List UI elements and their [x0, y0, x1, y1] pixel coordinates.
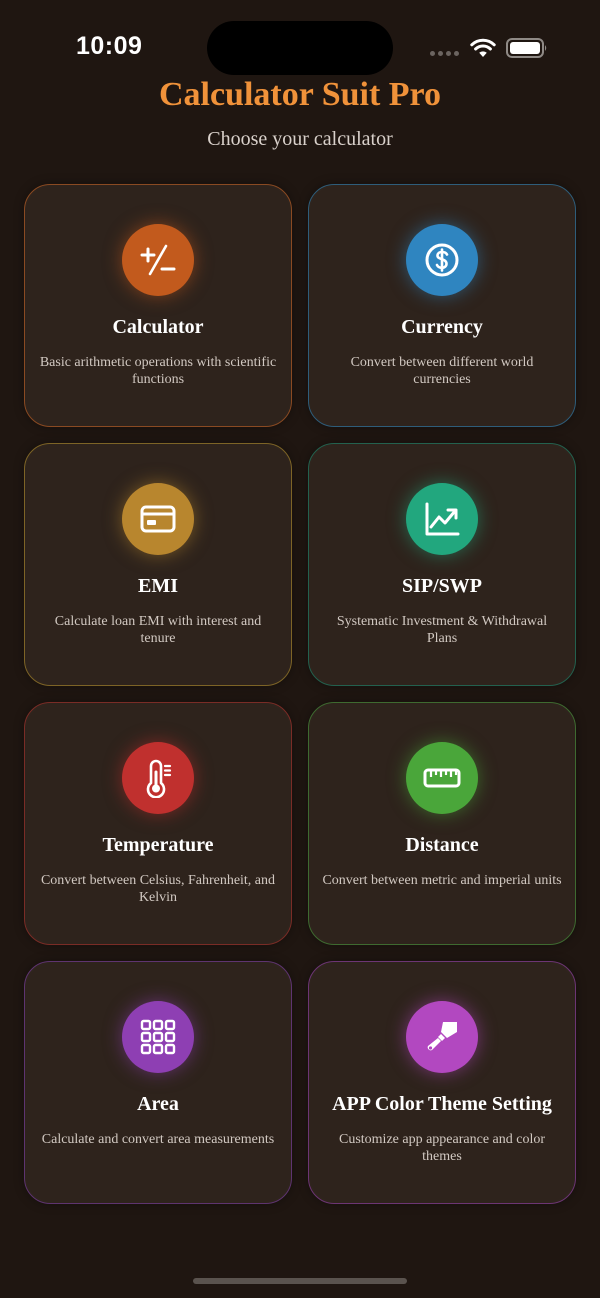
- sip-swp-icon-circle: [406, 483, 478, 555]
- plus-minus-icon: [140, 244, 176, 276]
- area-card[interactable]: Area Calculate and convert area measurem…: [24, 961, 292, 1204]
- app-color-theme-setting-card[interactable]: APP Color Theme Setting Customize app ap…: [308, 961, 576, 1204]
- card-title: Distance: [405, 834, 479, 856]
- calculator-icon-circle: [122, 224, 194, 296]
- emi-icon-circle: [122, 483, 194, 555]
- paintbrush-icon: [427, 1022, 457, 1051]
- dollar-icon: [425, 243, 459, 277]
- area-icon-circle: [122, 1001, 194, 1073]
- credit-card-icon: [140, 505, 176, 533]
- dynamic-island: [207, 21, 393, 75]
- theme-icon-circle: [406, 1001, 478, 1073]
- battery-icon: [506, 38, 547, 58]
- currency-icon-circle: [406, 224, 478, 296]
- card-title: Calculator: [112, 316, 204, 338]
- card-description: Calculate loan EMI with interest and ten…: [54, 614, 262, 646]
- wifi-icon: [470, 38, 496, 57]
- card-description: Calculate and convert area measurements: [41, 1132, 275, 1147]
- card-description: Convert between different world currenci…: [350, 355, 534, 387]
- home-indicator[interactable]: [193, 1278, 407, 1284]
- card-description: Convert between Celsius, Fahrenheit, and…: [40, 873, 276, 905]
- card-title: SIP/SWP: [401, 575, 483, 597]
- distance-card[interactable]: Distance Convert between metric and impe…: [308, 702, 576, 945]
- header: Calculator Suit Pro Choose your calculat…: [0, 74, 600, 152]
- temperature-card[interactable]: Temperature Convert between Celsius, Fah…: [24, 702, 292, 945]
- grid-icon: [140, 1019, 176, 1055]
- temperature-icon-circle: [122, 742, 194, 814]
- card-title: EMI: [138, 575, 178, 597]
- cellular-signal-icon: [430, 51, 459, 56]
- thermometer-icon: [146, 759, 172, 798]
- emi-card[interactable]: EMI Calculate loan EMI with interest and…: [24, 443, 292, 686]
- currency-card[interactable]: Currency Convert between different world…: [308, 184, 576, 427]
- card-title: APP Color Theme Setting: [332, 1093, 552, 1115]
- card-title: Temperature: [102, 834, 214, 856]
- distance-icon-circle: [406, 742, 478, 814]
- card-description: Systematic Investment & Withdrawal Plans: [336, 614, 548, 646]
- sip-swp-card[interactable]: SIP/SWP Systematic Investment & Withdraw…: [308, 443, 576, 686]
- card-description: Customize app appearance and color theme…: [338, 1132, 546, 1164]
- app-subtitle: Choose your calculator: [207, 128, 393, 150]
- card-description: Convert between metric and imperial unit…: [322, 873, 562, 888]
- card-title: Currency: [401, 316, 483, 338]
- card-title: Area: [137, 1093, 179, 1115]
- calculator-card[interactable]: Calculator Basic arithmetic operations w…: [24, 184, 292, 427]
- card-description: Basic arithmetic operations with scienti…: [39, 355, 277, 387]
- calculator-grid: Calculator Basic arithmetic operations w…: [24, 184, 576, 1204]
- app-title: Calculator Suit Pro: [158, 76, 442, 113]
- ruler-icon: [423, 768, 461, 788]
- chart-line-up-icon: [425, 502, 460, 536]
- status-time: 10:09: [76, 32, 143, 60]
